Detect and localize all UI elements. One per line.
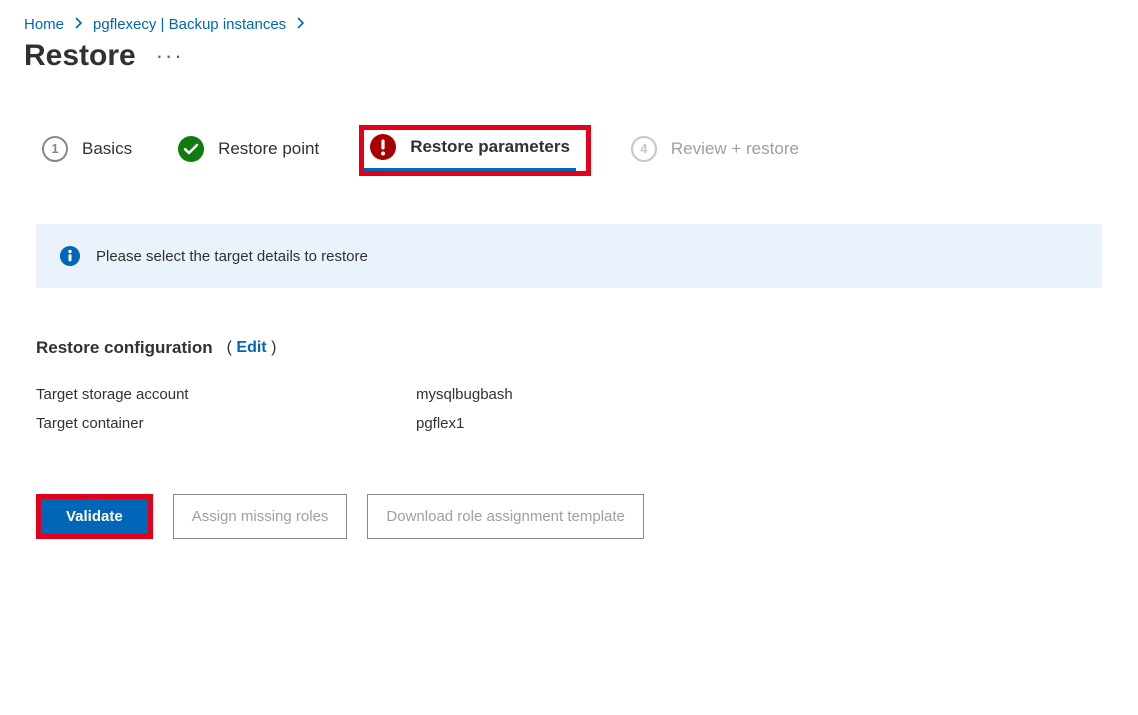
step-number-icon: 4: [631, 136, 657, 162]
breadcrumb-home[interactable]: Home: [24, 16, 64, 33]
error-circle-icon: [370, 134, 396, 160]
chevron-right-icon: [296, 17, 305, 32]
page-title: Restore: [24, 39, 136, 73]
info-icon: [60, 246, 80, 266]
breadcrumb-instance[interactable]: pgflexecy | Backup instances: [93, 16, 286, 33]
step-number-icon: 1: [42, 136, 68, 162]
config-row-storage-account: Target storage account mysqlbugbash: [36, 380, 1102, 409]
restore-config-heading: Restore configuration ( Edit ): [0, 288, 1138, 366]
step-basics[interactable]: 1 Basics: [36, 132, 138, 170]
wizard-steps: 1 Basics Restore point Restore parameter…: [0, 97, 1138, 196]
step-restore-parameters[interactable]: Restore parameters: [364, 130, 576, 171]
step-review-restore[interactable]: 4 Review + restore: [625, 132, 805, 170]
step-label: Restore point: [218, 139, 319, 159]
footer-actions: Validate Assign missing roles Download r…: [0, 438, 1138, 569]
check-circle-icon: [178, 136, 204, 162]
step-label: Review + restore: [671, 139, 799, 159]
assign-missing-roles-button[interactable]: Assign missing roles: [173, 494, 348, 539]
info-message-text: Please select the target details to rest…: [96, 248, 368, 265]
validate-button[interactable]: Validate: [41, 499, 148, 534]
config-label: Target container: [36, 415, 416, 432]
breadcrumb: Home pgflexecy | Backup instances: [0, 0, 1138, 33]
download-role-template-button[interactable]: Download role assignment template: [367, 494, 643, 539]
edit-link-wrapper: ( Edit ): [227, 339, 277, 357]
section-title: Restore configuration: [36, 338, 213, 358]
highlight-box-validate: Validate: [36, 494, 153, 539]
restore-config-summary: Target storage account mysqlbugbash Targ…: [0, 366, 1138, 438]
config-label: Target storage account: [36, 386, 416, 403]
edit-link[interactable]: Edit: [236, 339, 266, 356]
chevron-right-icon: [74, 17, 83, 32]
info-message-bar: Please select the target details to rest…: [36, 224, 1102, 288]
highlight-box-step: Restore parameters: [359, 125, 591, 176]
step-label: Basics: [82, 139, 132, 159]
step-label: Restore parameters: [410, 137, 570, 157]
config-value: mysqlbugbash: [416, 386, 513, 403]
step-restore-point[interactable]: Restore point: [172, 132, 325, 170]
page-title-row: Restore ···: [0, 33, 1138, 97]
config-row-container: Target container pgflex1: [36, 409, 1102, 438]
config-value: pgflex1: [416, 415, 464, 432]
more-menu-button[interactable]: ···: [156, 43, 184, 69]
